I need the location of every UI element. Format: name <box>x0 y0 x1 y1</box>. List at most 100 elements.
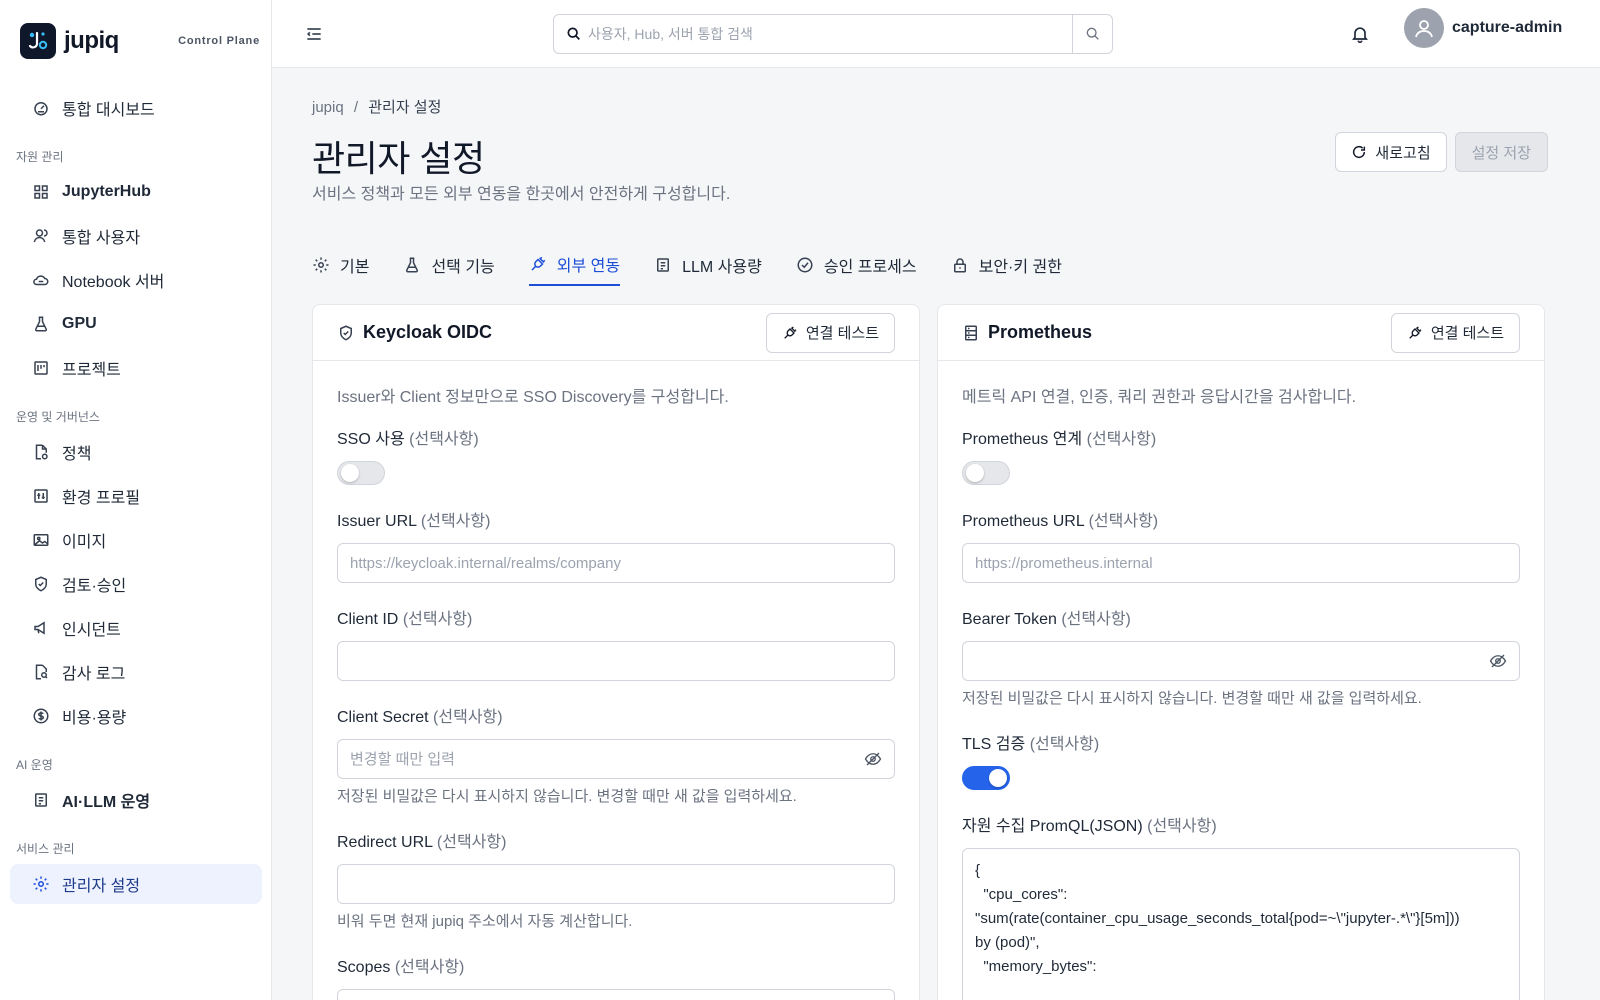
keycloak-test-connection-button[interactable]: 연결 테스트 <box>765 312 895 353</box>
notifications-bell-icon[interactable] <box>1350 24 1370 44</box>
lock-icon <box>951 256 969 274</box>
prometheus-card: Prometheus 연결 테스트 메트릭 API 연결, 인증, 쿼리 권한과… <box>937 304 1545 1000</box>
sidebar-item-users[interactable]: 통합 사용자 <box>10 216 262 256</box>
field-label: Client Secret (선택사항) <box>337 709 503 726</box>
keycloak-title: Keycloak OIDC <box>363 322 493 342</box>
client-secret-input[interactable] <box>350 741 864 777</box>
breadcrumb-root[interactable]: jupiq <box>312 99 344 116</box>
sidebar-item-jupyterhub[interactable]: JupyterHub <box>10 172 262 212</box>
prometheus-title: Prometheus <box>988 322 1093 342</box>
tab-label: 기본 <box>340 259 370 276</box>
plug-icon <box>529 255 547 273</box>
card-title: Keycloak OIDC <box>337 322 492 343</box>
sidebar-item-policy[interactable]: 정책 <box>10 432 262 472</box>
gear-icon <box>32 875 50 893</box>
save-settings-button[interactable]: 설정 저장 <box>1454 132 1548 172</box>
tab-external-integrations[interactable]: 외부 연동 <box>528 244 621 286</box>
sidebar-item-label: 검토·승인 <box>62 578 127 595</box>
client-id-input[interactable] <box>350 643 882 679</box>
eye-off-icon[interactable] <box>1489 652 1507 670</box>
sidebar-item-review[interactable]: 검토·승인 <box>10 564 262 604</box>
tab-optional-features[interactable]: 선택 기능 <box>403 244 495 286</box>
sidebar-item-admin-settings[interactable]: 관리자 설정 <box>10 864 262 904</box>
shield-check-icon <box>337 324 355 342</box>
test-connection-label: 연결 테스트 <box>805 325 879 342</box>
tab-approval-process[interactable]: 승인 프로세스 <box>796 244 917 286</box>
refresh-button[interactable]: 새로고침 <box>1335 132 1447 172</box>
sidebar-item-incidents[interactable]: 인시던트 <box>10 608 262 648</box>
tab-llm-usage[interactable]: LLM 사용량 <box>654 244 762 286</box>
topbar: capture-admin <box>272 0 1600 68</box>
sidebar-item-audit-log[interactable]: 감사 로그 <box>10 652 262 692</box>
sidebar-nav: 통합 대시보드 자원 관리 JupyterHub 통합 사용자 Notebook… <box>0 84 271 908</box>
client-id-field: Client ID (선택사항) <box>337 605 895 681</box>
promql-field: 자원 수집 PromQL(JSON) (선택사항) { "cpu_cores":… <box>962 812 1520 1000</box>
search-input[interactable] <box>582 16 1072 52</box>
field-label: Client ID (선택사항) <box>337 611 473 628</box>
field-label: Bearer Token (선택사항) <box>962 611 1131 628</box>
bearer-token-input[interactable] <box>975 643 1489 679</box>
sidebar-item-gpu[interactable]: GPU <box>10 304 262 344</box>
tab-security-keys[interactable]: 보안·키 권한 <box>951 244 1062 286</box>
sidebar-item-images[interactable]: 이미지 <box>10 520 262 560</box>
image-icon <box>32 531 50 549</box>
sidebar-item-label: 인시던트 <box>62 622 121 639</box>
plug-icon <box>782 325 798 341</box>
sidebar-item-projects[interactable]: 프로젝트 <box>10 348 262 388</box>
field-label: Prometheus 연계 (선택사항) <box>962 431 1157 448</box>
sidebar-item-dashboard[interactable]: 통합 대시보드 <box>10 88 262 128</box>
field-label: Issuer URL (선택사항) <box>337 513 491 530</box>
field-label: TLS 검증 (선택사항) <box>962 736 1100 753</box>
nav-section-ai: AI 운영 <box>16 758 53 772</box>
toggle-knob <box>966 464 984 482</box>
prometheus-test-connection-button[interactable]: 연결 테스트 <box>1390 312 1520 353</box>
tab-label: 선택 기능 <box>431 259 495 276</box>
tls-toggle[interactable] <box>962 766 1010 790</box>
field-label: Scopes (선택사항) <box>337 959 465 976</box>
plug-icon <box>1407 325 1423 341</box>
promql-textarea[interactable]: { "cpu_cores": "sum(rate(container_cpu_u… <box>962 848 1520 1000</box>
sidebar-item-label: 감사 로그 <box>62 666 126 683</box>
user-menu[interactable]: capture-admin <box>1404 8 1562 48</box>
tab-basic[interactable]: 기본 <box>312 244 369 286</box>
sidebar-item-cost[interactable]: 비용·용량 <box>10 696 262 736</box>
scopes-input[interactable] <box>337 989 895 1000</box>
sidebar-item-label: 통합 사용자 <box>62 230 141 247</box>
settings-tabs: 기본 선택 기능 외부 연동 LLM 사용량 승인 프로세스 보안·키 권한 <box>312 244 1096 288</box>
server-icon <box>962 324 980 342</box>
sidebar-collapse-icon[interactable] <box>304 24 324 44</box>
sso-toggle[interactable] <box>337 461 385 485</box>
sidebar-item-label: 통합 대시보드 <box>62 102 155 119</box>
header-actions: 새로고침 설정 저장 <box>1335 132 1548 172</box>
brand[interactable]: jupiq Control Plane <box>20 22 260 60</box>
keycloak-oidc-card: Keycloak OIDC 연결 테스트 Issuer와 Client 정보만으… <box>312 304 920 1000</box>
redirect-url-field: Redirect URL (선택사항) 비워 두면 현재 jupiq 주소에서 … <box>337 828 895 931</box>
search-icon <box>566 26 582 42</box>
sidebar-item-ai-llm[interactable]: AI·LLM 운영 <box>10 780 262 820</box>
refresh-icon <box>1351 144 1367 160</box>
tab-label: LLM 사용량 <box>682 259 762 276</box>
tab-label: 외부 연동 <box>556 258 621 275</box>
issuer-url-input[interactable] <box>350 545 882 581</box>
megaphone-icon <box>32 619 50 637</box>
flask-icon <box>403 256 421 274</box>
eye-off-icon[interactable] <box>864 750 882 768</box>
toggle-knob <box>989 769 1007 787</box>
prometheus-link-toggle[interactable] <box>962 461 1010 485</box>
gauge-icon <box>32 99 50 117</box>
input-wrapper <box>337 864 895 904</box>
test-connection-label: 연결 테스트 <box>1430 325 1504 342</box>
grid-icon <box>32 183 50 201</box>
sidebar-item-label: 프로젝트 <box>62 362 121 379</box>
flask-icon <box>32 315 50 333</box>
dollar-icon <box>32 707 50 725</box>
sidebar-item-notebook-server[interactable]: Notebook 서버 <box>10 260 262 300</box>
nav-section-governance: 운영 및 거버넌스 <box>16 410 100 424</box>
card-body: 메트릭 API 연결, 인증, 쿼리 권한과 응답시간을 검사합니다. Prom… <box>938 361 1544 1000</box>
redirect-url-input[interactable] <box>350 866 882 902</box>
sidebar-item-env-profile[interactable]: 환경 프로필 <box>10 476 262 516</box>
search-button[interactable] <box>1072 15 1112 53</box>
nav-section-service: 서비스 관리 <box>16 842 75 856</box>
prometheus-url-input[interactable] <box>975 545 1507 581</box>
sidebar-item-label: 이미지 <box>62 534 107 551</box>
